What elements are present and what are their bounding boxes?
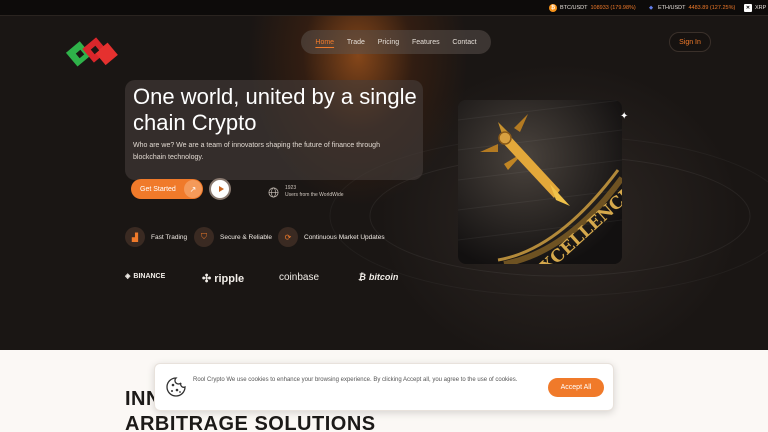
- partner-bitcoin: ₿ bitcoin: [358, 272, 398, 282]
- ripple-icon: ✣: [202, 273, 212, 285]
- shield-icon: ⛉: [194, 227, 214, 247]
- nav-contact[interactable]: Contact: [452, 39, 476, 46]
- compass-graphic: EXCELLENCE: [458, 100, 622, 264]
- feature-fast-trading: ▟ Fast Trading: [125, 227, 187, 247]
- btc-icon: ₿: [549, 4, 557, 12]
- feature-label: Secure & Reliable: [220, 233, 273, 241]
- get-started-button[interactable]: Get Started ↗: [131, 179, 203, 199]
- users-label: Users from the WorldWide: [285, 192, 344, 198]
- main-nav: Home Trade Pricing Features Contact: [301, 30, 491, 54]
- excellence-compass-image: EXCELLENCE: [458, 100, 622, 264]
- nav-pricing[interactable]: Pricing: [378, 39, 399, 46]
- users-count: 1923: [285, 185, 297, 191]
- brand-logo[interactable]: [66, 28, 120, 76]
- nav-trade[interactable]: Trade: [347, 39, 365, 46]
- section-heading: ARBITRAGE SOLUTIONS: [125, 413, 376, 432]
- sparkle-icon: ✦: [620, 111, 629, 122]
- chart-icon: ▟: [125, 227, 145, 247]
- ticker-value: 108933 (179.98%): [590, 5, 636, 11]
- partner-ripple: ✣ ripple: [202, 272, 245, 286]
- partner-name: BINANCE: [133, 272, 166, 280]
- bitcoin-icon: ₿: [358, 272, 366, 282]
- play-video-button[interactable]: [209, 178, 231, 200]
- cookie-message: Rool Crypto We use cookies to enhance yo…: [193, 377, 518, 383]
- ticker-xrp[interactable]: ✕ XRP: [744, 4, 766, 12]
- partner-name: ripple: [214, 272, 245, 285]
- hero-title: One world, united by a single chain Cryp…: [133, 84, 417, 135]
- ticker-btc[interactable]: ₿ BTC/USDT 108933 (179.98%): [549, 4, 636, 12]
- eth-icon: ◆: [649, 5, 653, 11]
- partner-name: bitcoin: [368, 272, 399, 282]
- get-started-label: Get Started: [140, 185, 176, 193]
- ticker-symbol: XRP: [755, 5, 767, 11]
- feature-label: Fast Trading: [151, 233, 188, 241]
- xrp-icon: ✕: [744, 4, 752, 12]
- arrow-up-right-icon: ↗: [184, 180, 202, 198]
- sign-in-button[interactable]: Sign In: [669, 32, 711, 52]
- feature-secure: ⛉ Secure & Reliable: [194, 227, 272, 247]
- ticker-symbol: BTC/USDT: [560, 5, 588, 11]
- users-stat: 1923 Users from the WorldWide: [263, 183, 413, 203]
- nav-features[interactable]: Features: [412, 39, 440, 46]
- ticker-eth[interactable]: ◆ ETH/USDT 4483.89 (127.25%): [647, 4, 735, 12]
- accept-all-button[interactable]: Accept All: [548, 378, 604, 397]
- play-icon: [218, 186, 224, 192]
- binance-icon: ◈: [125, 273, 131, 280]
- ticker-symbol: ETH/USDT: [658, 5, 686, 11]
- nav-home[interactable]: Home: [315, 39, 334, 46]
- refresh-icon: ⟳: [278, 227, 298, 247]
- hero-description: Who are we? We are a team of innovators …: [133, 142, 380, 161]
- cookie-banner: Rool Crypto We use cookies to enhance yo…: [154, 363, 614, 411]
- partner-coinbase: coinbase: [279, 272, 319, 283]
- partner-binance: ◈ BINANCE: [125, 272, 166, 281]
- feature-market-updates: ⟳ Continuous Market Updates: [278, 227, 385, 247]
- globe-icon: [268, 187, 279, 198]
- partner-name: coinbase: [279, 272, 320, 283]
- feature-label: Continuous Market Updates: [304, 233, 385, 241]
- price-ticker: ₿ BTC/USDT 108933 (179.98%) ◆ ETH/USDT 4…: [0, 0, 768, 16]
- ticker-value: 4483.89 (127.25%): [688, 5, 736, 11]
- cookie-icon: [166, 377, 186, 397]
